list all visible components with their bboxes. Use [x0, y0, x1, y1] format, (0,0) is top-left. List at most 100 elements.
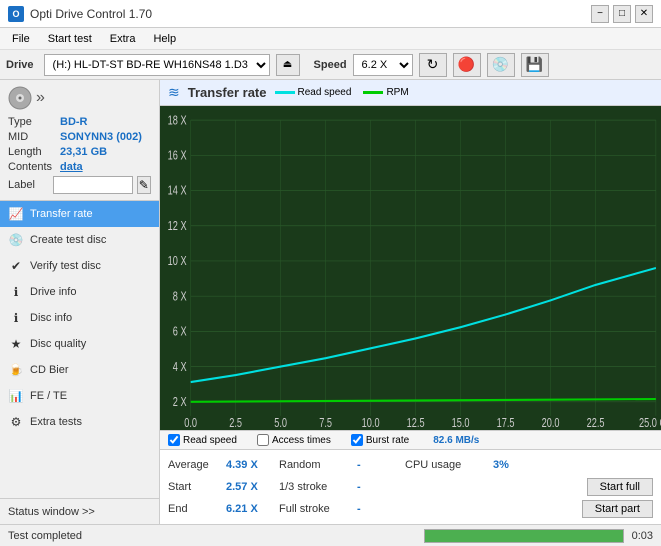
drive-info-icon: ℹ	[8, 284, 24, 300]
app-logo: O	[8, 6, 24, 22]
minimize-button[interactable]: −	[591, 5, 609, 23]
legend-rpm-color	[363, 91, 383, 94]
disc-panel: » Type BD-R MID SONYNN3 (002) Length 23,…	[0, 80, 159, 201]
type-label: Type	[8, 116, 60, 128]
cd-bier-icon: 🍺	[8, 362, 24, 378]
menu-file[interactable]: File	[4, 31, 38, 47]
nav-menu: 📈 Transfer rate 💿 Create test disc ✔ Ver…	[0, 201, 159, 498]
nav-cd-bier[interactable]: 🍺 CD Bier	[0, 357, 159, 383]
average-label: Average	[168, 459, 218, 471]
disc-info-icon: ℹ	[8, 310, 24, 326]
nav-disc-quality[interactable]: ★ Disc quality	[0, 331, 159, 357]
menu-bar: File Start test Extra Help	[0, 28, 661, 50]
verify-disc-icon: ✔	[8, 258, 24, 274]
disc-quality-icon: ★	[8, 336, 24, 352]
create-disc-icon: 💿	[8, 232, 24, 248]
svg-text:10.0: 10.0	[362, 417, 380, 430]
nav-verify-test-disc-label: Verify test disc	[30, 260, 101, 272]
toolbar-btn-1[interactable]: 🔴	[453, 53, 481, 77]
stroke13-label: 1/3 stroke	[279, 481, 349, 493]
read-speed-checkbox[interactable]	[168, 434, 180, 446]
legend-rpm-label: RPM	[386, 87, 408, 98]
random-label: Random	[279, 459, 349, 471]
length-label: Length	[8, 146, 60, 158]
menu-start-test[interactable]: Start test	[40, 31, 100, 47]
sidebar: » Type BD-R MID SONYNN3 (002) Length 23,…	[0, 80, 160, 524]
disc-arrow-icon[interactable]: »	[36, 89, 45, 107]
svg-text:6 X: 6 X	[173, 325, 187, 339]
nav-cd-bier-label: CD Bier	[30, 364, 69, 376]
burst-rate-checkbox-label[interactable]: Burst rate	[351, 434, 409, 446]
eject-button[interactable]: ⏏	[276, 54, 300, 76]
svg-text:2 X: 2 X	[173, 396, 187, 410]
contents-value[interactable]: data	[60, 161, 83, 173]
fe-te-icon: 📊	[8, 388, 24, 404]
chart-title: Transfer rate	[188, 85, 267, 100]
chart-legend: Read speed RPM	[275, 87, 409, 98]
svg-text:14 X: 14 X	[168, 184, 187, 198]
read-speed-checkbox-label[interactable]: Read speed	[168, 434, 237, 446]
nav-create-test-disc[interactable]: 💿 Create test disc	[0, 227, 159, 253]
status-window-button[interactable]: Status window >>	[0, 498, 159, 524]
contents-label: Contents	[8, 161, 60, 173]
chart-container: 18 X 16 X 14 X 12 X 10 X 8 X 6 X 4 X 2 X…	[160, 106, 661, 430]
label-btn[interactable]: ✎	[137, 176, 151, 194]
access-times-checkbox[interactable]	[257, 434, 269, 446]
close-button[interactable]: ✕	[635, 5, 653, 23]
speed-label: Speed	[314, 59, 347, 71]
burst-rate-checkbox[interactable]	[351, 434, 363, 446]
nav-extra-tests[interactable]: ⚙ Extra tests	[0, 409, 159, 435]
refresh-button[interactable]: ↻	[419, 53, 447, 77]
mid-value: SONYNN3 (002)	[60, 131, 142, 143]
nav-fe-te-label: FE / TE	[30, 390, 67, 402]
start-part-button[interactable]: Start part	[582, 500, 653, 518]
nav-verify-test-disc[interactable]: ✔ Verify test disc	[0, 253, 159, 279]
random-value: -	[357, 459, 397, 471]
disc-mid-row: MID SONYNN3 (002)	[8, 131, 151, 143]
menu-help[interactable]: Help	[145, 31, 184, 47]
nav-transfer-rate[interactable]: 📈 Transfer rate	[0, 201, 159, 227]
menu-extra[interactable]: Extra	[102, 31, 144, 47]
main-layout: » Type BD-R MID SONYNN3 (002) Length 23,…	[0, 80, 661, 524]
start-full-button[interactable]: Start full	[587, 478, 653, 496]
save-button[interactable]: 💾	[521, 53, 549, 77]
drive-label: Drive	[6, 59, 34, 71]
disc-icon	[8, 86, 32, 110]
svg-text:8 X: 8 X	[173, 290, 187, 304]
nav-drive-info[interactable]: ℹ Drive info	[0, 279, 159, 305]
disc-length-row: Length 23,31 GB	[8, 146, 151, 158]
speed-select[interactable]: 6.2 X	[353, 54, 413, 76]
nav-drive-info-label: Drive info	[30, 286, 76, 298]
average-value: 4.39 X	[226, 459, 271, 471]
maximize-button[interactable]: □	[613, 5, 631, 23]
chart-svg: 18 X 16 X 14 X 12 X 10 X 8 X 6 X 4 X 2 X…	[160, 106, 661, 430]
svg-text:22.5: 22.5	[587, 417, 605, 430]
progress-bar-fill	[425, 530, 623, 542]
svg-text:16 X: 16 X	[168, 149, 187, 163]
access-times-checkbox-label[interactable]: Access times	[257, 434, 331, 446]
drive-select[interactable]: (H:) HL-DT-ST BD-RE WH16NS48 1.D3	[44, 54, 270, 76]
svg-text:20.0: 20.0	[542, 417, 560, 430]
access-times-checkbox-text: Access times	[272, 435, 331, 446]
cpu-value: 3%	[493, 459, 509, 471]
nav-disc-info[interactable]: ℹ Disc info	[0, 305, 159, 331]
status-window-label: Status window >>	[8, 506, 95, 518]
window-controls: − □ ✕	[591, 5, 653, 23]
label-label: Label	[8, 179, 49, 191]
legend-read-speed: Read speed	[275, 87, 352, 98]
nav-fe-te[interactable]: 📊 FE / TE	[0, 383, 159, 409]
label-input[interactable]	[53, 176, 133, 194]
start-label: Start	[168, 481, 218, 493]
bottom-status-bar: Test completed 0:03	[0, 524, 661, 546]
svg-text:4 X: 4 X	[173, 361, 187, 375]
chart-icon: ≋	[168, 84, 180, 101]
nav-create-test-disc-label: Create test disc	[30, 234, 106, 246]
nav-extra-tests-label: Extra tests	[30, 416, 82, 428]
toolbar-btn-2[interactable]: 💿	[487, 53, 515, 77]
burst-rate-checkbox-text: Burst rate	[366, 435, 409, 446]
svg-text:18 X: 18 X	[168, 114, 187, 128]
mid-label: MID	[8, 131, 60, 143]
disc-type-row: Type BD-R	[8, 116, 151, 128]
disc-header: »	[8, 86, 151, 110]
drive-toolbar: Drive (H:) HL-DT-ST BD-RE WH16NS48 1.D3 …	[0, 50, 661, 80]
